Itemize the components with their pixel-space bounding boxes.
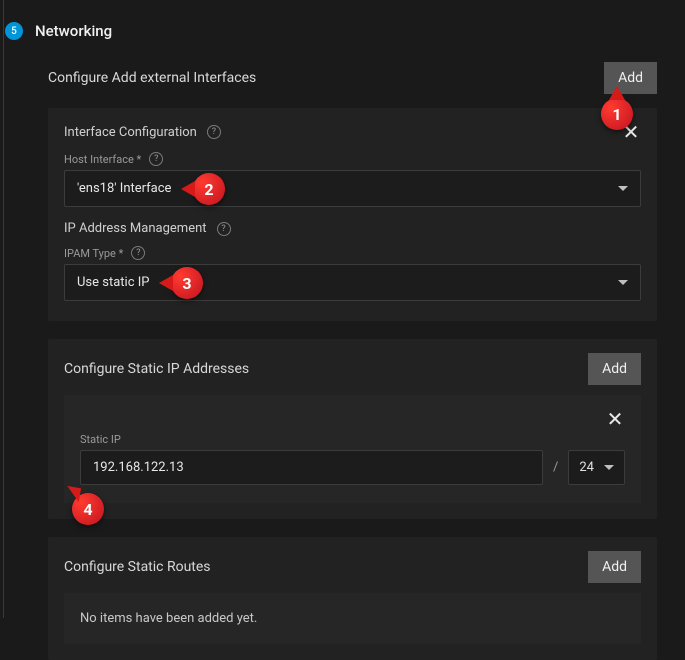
help-icon[interactable]: ? [149, 152, 163, 166]
section-title: Networking [35, 22, 112, 40]
ipam-type-label: IPAM Type * ? [64, 246, 641, 260]
static-ip-input[interactable] [80, 450, 543, 485]
static-ip-label: Configure Static IP Addresses [64, 361, 249, 377]
add-static-ip-button[interactable]: Add [588, 353, 641, 385]
annotation-2: 2 [193, 173, 225, 205]
step-number-badge: 5 [5, 22, 23, 40]
cidr-prefix-value: 24 [579, 460, 594, 475]
cidr-slash: / [553, 460, 558, 475]
chevron-down-icon [618, 186, 628, 191]
interface-config-title-text: Interface Configuration [64, 125, 197, 140]
help-icon[interactable]: ? [217, 222, 231, 236]
ipam-type-value: Use static IP [77, 275, 149, 290]
step-header: 5 Networking [0, 0, 676, 62]
help-icon[interactable]: ? [131, 246, 145, 260]
annotation-1: 1 [601, 98, 633, 130]
chevron-down-icon [618, 280, 628, 285]
help-icon[interactable]: ? [207, 125, 221, 139]
chevron-down-icon [604, 465, 614, 470]
ipam-type-label-text: IPAM Type * [64, 247, 123, 260]
annotation-4: 4 [72, 493, 104, 525]
static-ip-panel: Configure Static IP Addresses Add ✕ Stat… [48, 339, 657, 519]
host-interface-label-text: Host Interface * [64, 153, 141, 166]
routes-empty-state: No items have been added yet. [64, 593, 641, 644]
static-routes-panel: Configure Static Routes Add No items hav… [48, 537, 657, 660]
ipam-title-text: IP Address Management [64, 221, 207, 236]
interface-configuration-panel: Interface Configuration ? ✕ Host Interfa… [48, 108, 657, 321]
annotation-3: 3 [171, 267, 203, 299]
add-static-route-button[interactable]: Add [588, 551, 641, 583]
close-icon[interactable]: ✕ [605, 409, 625, 429]
cidr-prefix-dropdown[interactable]: 24 [568, 450, 625, 485]
host-interface-value: 'ens18' Interface [77, 181, 171, 196]
host-interface-dropdown[interactable]: 'ens18' Interface 2 [64, 170, 641, 207]
external-interfaces-label: Configure Add external Interfaces [48, 70, 256, 86]
ipam-title: IP Address Management ? [64, 221, 641, 236]
ipam-type-dropdown[interactable]: Use static IP 3 [64, 264, 641, 301]
static-ip-field-label-text: Static IP [80, 433, 121, 446]
static-routes-label: Configure Static Routes [64, 559, 211, 575]
interface-config-title: Interface Configuration ? [64, 125, 221, 140]
host-interface-label: Host Interface * ? [64, 152, 641, 166]
static-ip-item: ✕ Static IP / 24 4 [64, 395, 641, 503]
static-ip-field-label: Static IP [80, 433, 625, 446]
external-interfaces-row: Configure Add external Interfaces Add 1 [48, 62, 657, 94]
